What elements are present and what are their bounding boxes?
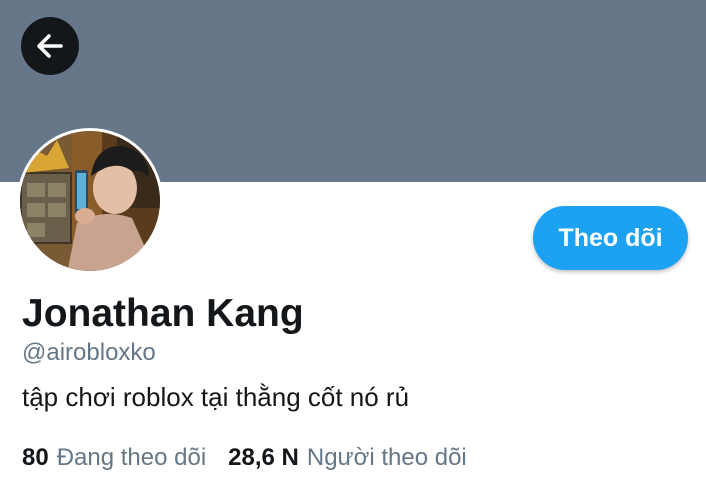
follow-button[interactable]: Theo dõi xyxy=(533,206,688,270)
followers-label: Người theo dõi xyxy=(306,444,467,471)
followers-count: 28,6 N xyxy=(228,444,299,471)
display-name: Jonathan Kang xyxy=(22,292,304,335)
following-label: Đang theo dõi xyxy=(56,444,207,471)
user-handle: @airobloxko xyxy=(22,339,156,366)
following-count: 80 xyxy=(22,444,49,471)
followers-stat[interactable]: 28,6 N Người theo dõi xyxy=(228,443,467,473)
following-stat[interactable]: 80 Đang theo dõi xyxy=(22,443,206,473)
profile-photo xyxy=(20,131,160,271)
profile-stats: 80 Đang theo dõi 28,6 N Người theo dõi xyxy=(22,443,467,473)
back-button[interactable] xyxy=(21,17,79,75)
avatar[interactable] xyxy=(17,128,163,274)
profile-bio: tập chơi roblox tại thằng cốt nó rủ xyxy=(22,382,410,412)
arrow-left-icon xyxy=(37,34,63,58)
